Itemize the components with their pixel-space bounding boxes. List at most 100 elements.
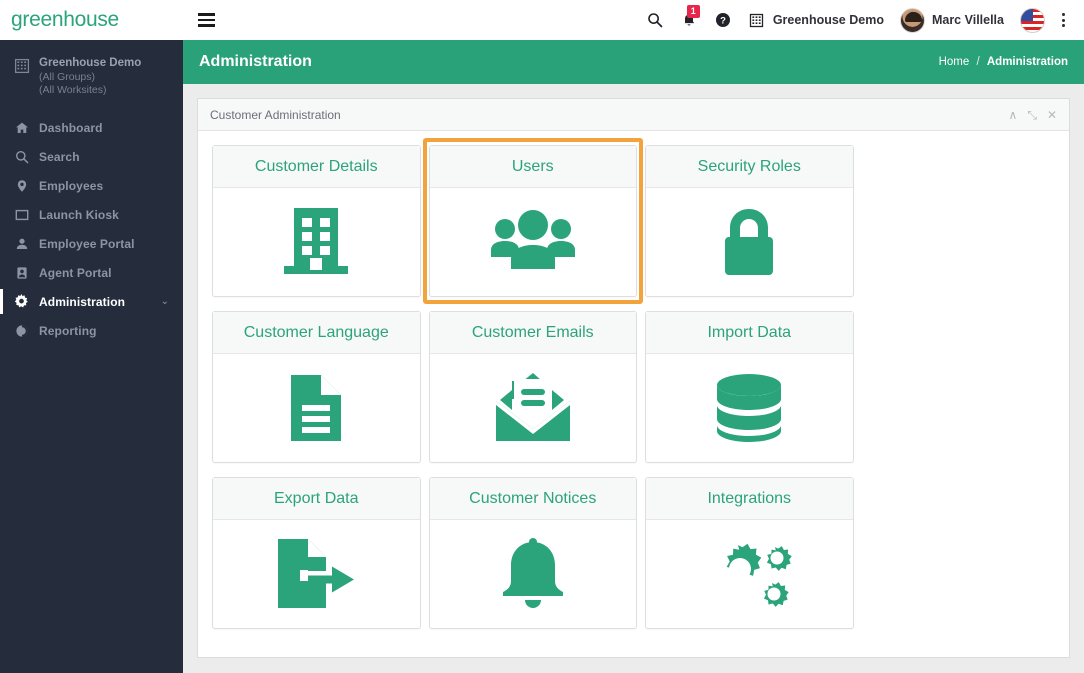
tile-slot: Import Data <box>645 311 862 477</box>
page-title: Administration <box>199 53 312 70</box>
sidebar-item-launch-kiosk[interactable]: Launch Kiosk <box>0 200 183 229</box>
sidebar-item-label: Employees <box>39 178 104 193</box>
building-icon <box>14 58 30 97</box>
panel-title: Customer Administration <box>210 107 341 122</box>
open-envelope-icon <box>492 371 574 445</box>
tile-body <box>430 354 637 462</box>
avatar <box>899 7 925 33</box>
sidebar-nav: Dashboard Search Employees Launch Kiosk … <box>0 113 183 345</box>
sidebar-company-selector[interactable]: Greenhouse Demo (All Groups) (All Worksi… <box>0 40 183 111</box>
building-icon <box>748 11 766 29</box>
user-name: Marc Villella <box>931 13 1004 27</box>
notifications-button[interactable]: 1 <box>672 0 706 40</box>
company-label: Greenhouse Demo <box>772 13 884 27</box>
company-selector[interactable]: Greenhouse Demo <box>740 0 892 40</box>
collapse-icon[interactable]: ∧ <box>1009 109 1018 121</box>
search-button[interactable] <box>638 0 672 40</box>
customer-administration-panel: Customer Administration ∧ ⤡ ✕ Customer D… <box>197 98 1070 658</box>
tile-label: Integrations <box>707 489 792 507</box>
tile-body <box>646 520 853 628</box>
id-badge-icon <box>14 266 29 280</box>
bell-icon: 1 <box>680 5 700 29</box>
tile-security-roles[interactable]: Security Roles <box>645 145 854 297</box>
sidebar-item-label: Employee Portal <box>39 236 135 251</box>
sidebar-item-label: Administration <box>39 294 126 309</box>
kebab-dot <box>1062 24 1065 27</box>
tile-slot: Customer Emails <box>428 311 646 477</box>
sidebar-item-dashboard[interactable]: Dashboard <box>0 113 183 142</box>
tile-slot: Customer Details <box>212 145 429 311</box>
pie-chart-icon <box>14 324 29 338</box>
help-circle-icon: ? <box>714 11 732 29</box>
tile-customer-notices[interactable]: Customer Notices <box>428 477 637 629</box>
panel-header: Customer Administration ∧ ⤡ ✕ <box>198 99 1069 131</box>
expand-icon[interactable]: ⤡ <box>1027 109 1037 121</box>
search-icon <box>646 11 664 29</box>
tile-label: Customer Details <box>254 157 378 175</box>
tile-users[interactable]: Users <box>428 145 637 297</box>
app-logo[interactable]: greenhouse <box>0 0 183 40</box>
gears-icon <box>700 531 798 617</box>
sidebar-item-label: Dashboard <box>39 120 103 135</box>
tile-header: Users <box>429 146 636 188</box>
sidebar-item-label: Agent Portal <box>39 265 112 280</box>
sidebar-item-label: Launch Kiosk <box>39 207 119 222</box>
breadcrumb: Home / Administration <box>939 56 1068 68</box>
sidebar-item-agent-portal[interactable]: Agent Portal <box>0 258 183 287</box>
help-button[interactable]: ? <box>706 0 740 40</box>
chevron-down-icon[interactable]: ⌄ <box>161 296 169 307</box>
tile-slot: Integrations <box>645 477 862 643</box>
tile-header: Integrations <box>646 478 853 520</box>
tile-label: Security Roles <box>697 157 801 175</box>
breadcrumb-current: Administration <box>986 56 1068 68</box>
sidebar-item-employee-portal[interactable]: Employee Portal <box>0 229 183 258</box>
sidebar-item-search[interactable]: Search <box>0 142 183 171</box>
bell-icon <box>497 536 569 612</box>
tile-header: Customer Emails <box>429 312 636 354</box>
tile-label: Users <box>511 157 554 175</box>
tile-export-data[interactable]: Export Data <box>212 477 421 629</box>
sidebar-company-worksite: (All Worksites) <box>39 84 107 96</box>
tile-body <box>646 188 853 296</box>
overflow-menu-button[interactable] <box>1053 13 1074 27</box>
tile-body <box>213 188 420 296</box>
building-icon <box>280 204 352 280</box>
user-menu[interactable]: Marc Villella <box>892 0 1012 40</box>
sidebar: Greenhouse Demo (All Groups) (All Worksi… <box>0 40 183 673</box>
search-icon <box>14 150 29 164</box>
tile-body <box>213 520 420 628</box>
hamburger-bar <box>197 13 215 16</box>
menu-toggle-button[interactable] <box>191 0 221 40</box>
close-icon[interactable]: ✕ <box>1047 109 1057 121</box>
panel-controls: ∧ ⤡ ✕ <box>1009 109 1057 121</box>
person-icon <box>14 237 29 251</box>
tile-slot: Customer Notices <box>428 477 646 643</box>
sidebar-item-reporting[interactable]: Reporting <box>0 316 183 345</box>
kebab-dot <box>1062 18 1065 22</box>
database-icon <box>714 372 784 444</box>
tile-customer-language[interactable]: Customer Language <box>212 311 421 463</box>
sidebar-item-employees[interactable]: Employees <box>0 171 183 200</box>
padlock-icon <box>714 203 784 281</box>
tile-import-data[interactable]: Import Data <box>645 311 854 463</box>
tile-integrations[interactable]: Integrations <box>645 477 854 629</box>
tile-customer-details[interactable]: Customer Details <box>212 145 421 297</box>
admin-tile-grid: Customer Details Users Security Roles Cu… <box>198 131 1069 643</box>
tile-label: Customer Emails <box>471 323 594 341</box>
language-selector[interactable] <box>1012 0 1053 40</box>
kebab-dot <box>1062 13 1065 16</box>
tile-slot: Users <box>422 138 646 311</box>
top-bar: greenhouse 1 ? Greenhouse Demo Marc Vill… <box>0 0 1084 40</box>
hamburger-bar <box>197 18 215 22</box>
sidebar-item-administration[interactable]: Administration ⌄ <box>0 287 183 316</box>
tile-slot: Security Roles <box>645 145 862 311</box>
notification-badge: 1 <box>686 5 700 18</box>
breadcrumb-home[interactable]: Home <box>939 56 970 68</box>
breadcrumb-separator: / <box>976 56 980 68</box>
tile-body <box>213 354 420 462</box>
sidebar-item-label: Search <box>39 149 80 164</box>
tile-header: Security Roles <box>646 146 853 188</box>
tile-customer-emails[interactable]: Customer Emails <box>428 311 637 463</box>
tile-body <box>646 354 853 462</box>
tile-header: Customer Language <box>213 312 420 354</box>
